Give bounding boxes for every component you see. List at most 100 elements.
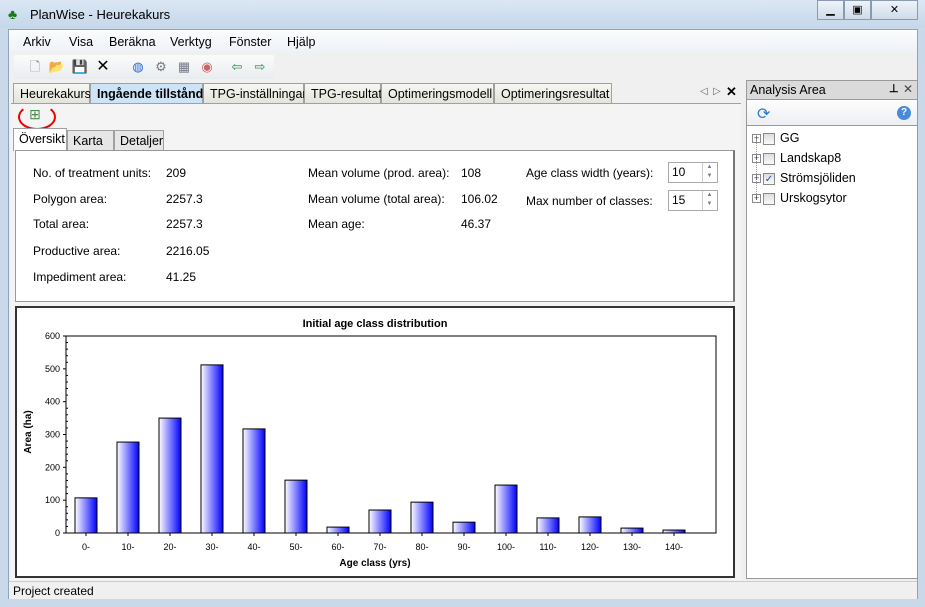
checkbox[interactable] [763,152,775,165]
menu-fonster[interactable]: Fönster [229,35,271,49]
x-tick-label: 60- [331,542,344,552]
stat-value: 2257.3 [166,192,203,206]
y-tick-label: 600 [45,331,60,341]
expand-icon[interactable]: + [752,174,761,184]
tab-scroll-left-icon[interactable]: ◁ [700,86,708,97]
delete-icon[interactable]: ✕ [94,58,112,76]
close-button[interactable]: ✕ [871,0,918,20]
stat-label: Mean volume (prod. area): [308,166,450,180]
bar [158,417,182,534]
tab-scroll-right-icon[interactable]: ▷ [713,86,721,97]
y-tick-label: 0 [55,528,60,538]
close-tab-icon[interactable]: ✕ [726,84,737,100]
y-tick-label: 300 [45,430,60,440]
y-tick-label: 500 [45,364,60,374]
checkbox-checked[interactable]: ✓ [763,172,775,185]
expand-icon[interactable]: + [752,134,761,144]
tab-tpg-installningar[interactable]: TPG-inställningar [203,83,307,103]
bar [368,509,392,534]
stat-value: 41.25 [166,270,197,284]
x-tick-label: 120- [581,542,599,552]
bar [116,441,140,534]
bar [74,497,98,534]
y-axis-label: Area (ha) [23,410,34,453]
tab-ingaende-tillstand[interactable]: Ingående tillstånd [90,83,203,104]
spinner-arrows-icon[interactable]: ▲ ▼ [702,163,716,182]
spinner-value: 10 [672,165,686,179]
x-tick-label: 100- [497,542,515,552]
menu-visa[interactable]: Visa [69,35,93,49]
bar [242,428,266,534]
stat-value: 106.02 [461,192,498,206]
x-tick-label: 0- [82,542,90,552]
age-class-width-label: Age class width (years): [526,166,654,180]
stat-label: Mean volume (total area): [308,192,445,206]
menu-hjalp[interactable]: Hjälp [287,35,316,49]
max-classes-spinner[interactable]: 15 ▲ ▼ [668,190,718,211]
export-icon[interactable]: ⇨ [251,58,269,76]
max-classes-label: Max number of classes: [526,194,653,208]
tree-item-landskap8[interactable]: + Landskap8 [752,151,841,169]
x-tick-label: 110- [539,542,556,552]
x-tick-label: 80- [415,542,428,552]
menu-verktyg[interactable]: Verktyg [170,35,212,49]
checkbox[interactable] [763,192,775,205]
globe-icon[interactable]: ◍ [129,58,147,76]
grid-gear-icon[interactable]: ▦ [175,58,193,76]
bar [452,521,476,534]
x-tick-label: 90- [457,542,470,552]
x-tick-label: 130- [623,542,641,552]
x-tick-label: 140- [665,542,683,552]
refresh-icon[interactable]: ⟳ [757,104,770,124]
help-icon[interactable]: ? [897,106,911,120]
tree-item-label: GG [780,131,800,145]
tree-item-gg[interactable]: + GG [752,131,799,149]
expand-icon[interactable]: + [752,194,761,204]
pin-icon[interactable]: ⊥ [889,82,899,95]
spinner-arrows-icon[interactable]: ▲ ▼ [702,191,716,210]
tree-item-stromsjoliden[interactable]: + ✓ Strömsjöliden [752,171,856,189]
stat-value: 108 [461,166,482,180]
chart-title: Initial age class distribution [303,318,448,330]
age-class-width-spinner[interactable]: 10 ▲ ▼ [668,162,718,183]
checkbox[interactable] [763,132,775,145]
open-icon[interactable]: 📂 [48,58,66,76]
stat-label: Total area: [33,217,90,231]
new-icon[interactable]: 🗋 [26,58,44,76]
tab-optimeringsresultat[interactable]: Optimeringsresultat [494,83,612,103]
tab-optimeringsmodell[interactable]: Optimeringsmodell [381,83,494,103]
stat-value: 46.37 [461,217,492,231]
x-tick-label: 20- [163,542,176,552]
bar [494,484,518,534]
tab-karta[interactable]: Karta [67,130,114,150]
close-pane-icon[interactable]: ✕ [903,82,913,96]
tab-oversikt[interactable]: Översikt [13,128,67,151]
bar [578,516,602,534]
save-icon[interactable]: 💾 [71,58,89,76]
stat-value: 2216.05 [166,244,210,258]
y-tick-label: 100 [45,495,60,505]
tab-tpg-resultat[interactable]: TPG-resultat [304,83,382,103]
import-icon[interactable]: ⇦ [228,58,246,76]
y-tick-label: 200 [45,462,60,472]
stat-value: 209 [166,166,187,180]
window-title: PlanWise - Heurekakurs [30,7,171,22]
stat-label: Mean age: [308,217,365,231]
tab-heurekakurs[interactable]: Heurekakurs [13,83,91,103]
status-text: Project created [13,584,94,598]
tab-detaljer[interactable]: Detaljer [114,130,164,150]
menu-berakna[interactable]: Beräkna [109,35,156,49]
palette-icon[interactable]: ◉ [198,58,216,76]
maximize-button[interactable]: ▣ [844,0,871,20]
stat-label: Productive area: [33,244,121,258]
gears-icon[interactable]: ⚙ [152,58,170,76]
minimize-button[interactable]: ▁ [817,0,844,20]
expand-icon[interactable]: + [752,154,761,164]
stat-value: 2257.3 [166,217,203,231]
menu-arkiv[interactable]: Arkiv [23,35,51,49]
stat-label: Impediment area: [33,270,127,284]
x-tick-label: 50- [289,542,302,552]
analysis-area-toolbar [747,101,917,126]
x-tick-label: 30- [205,542,218,552]
tree-item-urskogsytor[interactable]: + Urskogsytor [752,191,847,209]
